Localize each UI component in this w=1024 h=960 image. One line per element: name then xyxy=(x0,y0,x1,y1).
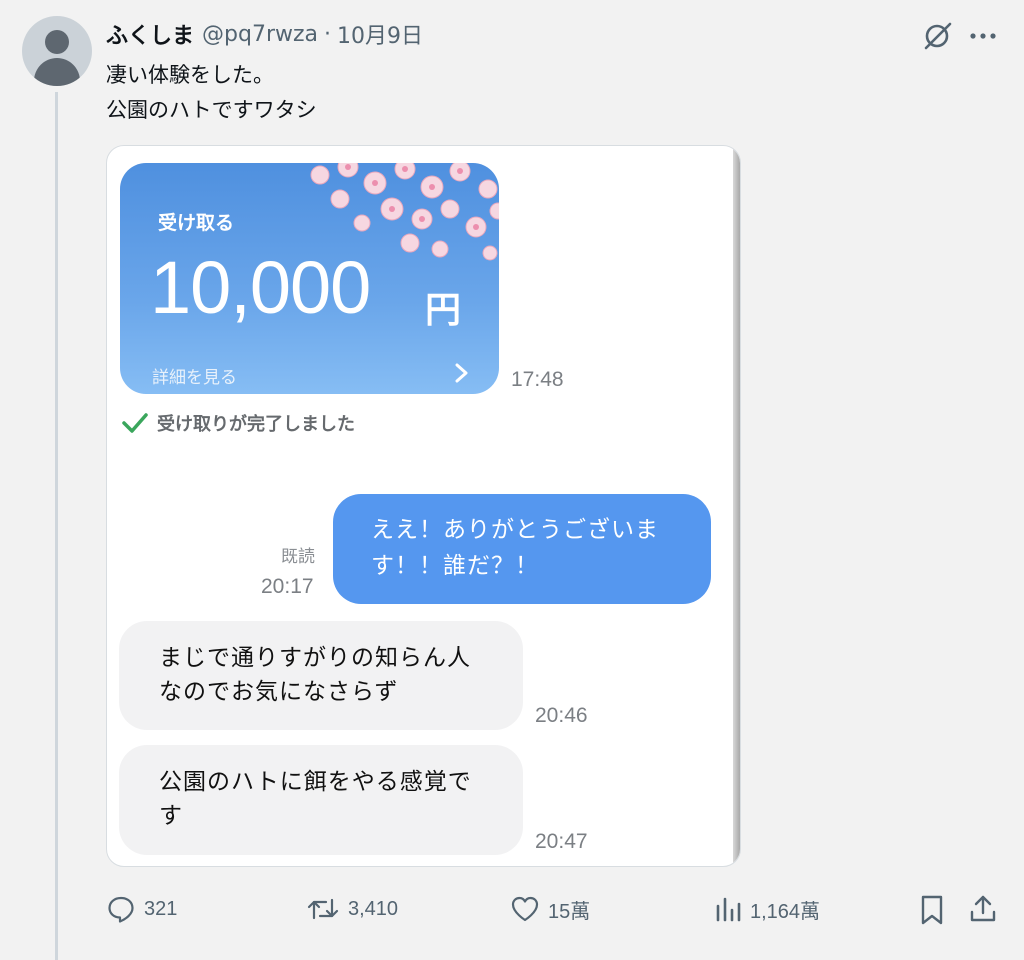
comment-icon xyxy=(108,896,134,923)
incoming-message-bubble: 公園のハトに餌をやる感覚で す xyxy=(119,745,523,855)
views-chart-icon xyxy=(716,897,741,922)
gift-receive-label: 受け取る xyxy=(158,212,235,234)
gift-time: 17:48 xyxy=(511,368,564,391)
message-line: まじで通りすがりの知らん人 xyxy=(159,645,471,671)
views-button[interactable]: 1,164萬 xyxy=(714,890,820,928)
media-edge xyxy=(733,146,740,866)
share-icon[interactable] xyxy=(968,893,998,925)
received-status: 受け取りが完了しました xyxy=(121,410,355,436)
views-count: 1,164萬 xyxy=(750,900,821,923)
tweet-date[interactable]: 10月9日 xyxy=(337,18,423,50)
incoming-message-bubble: まじで通りすがりの知らん人 なのでお気になさらず xyxy=(119,621,523,730)
heart-icon xyxy=(511,896,539,922)
repost-count: 3,410 xyxy=(348,897,399,920)
message-line: なのでお気になさらず xyxy=(159,679,399,705)
outgoing-message-bubble: ええ！ありがとうございま す！！誰だ？！ xyxy=(333,494,711,604)
tweet-header: ふくしま @pq7rwza · 10月9日 xyxy=(106,18,423,50)
like-button[interactable]: 15萬 xyxy=(510,890,590,928)
tweet-text: 凄い体験をした。 公園のハトですワタシ xyxy=(106,58,317,128)
avatar-body xyxy=(34,58,80,86)
thread-line xyxy=(55,92,58,960)
like-count: 15萬 xyxy=(548,900,591,923)
message-line: 公園のハトに餌をやる感覚で xyxy=(159,769,472,795)
separator-dot: · xyxy=(324,21,332,47)
avatar-head xyxy=(45,30,69,54)
message-line: ええ！ありがとうございま xyxy=(371,517,659,543)
tweet-text-line: 凄い体験をした。 xyxy=(106,63,274,87)
repost-button[interactable]: 3,410 xyxy=(306,890,398,928)
author-name[interactable]: ふくしま xyxy=(106,18,194,50)
gift-currency: 円 xyxy=(425,290,462,331)
tweet-text-line: 公園のハトですワタシ xyxy=(106,98,317,122)
author-handle[interactable]: @pq7rwza xyxy=(202,22,318,47)
outgoing-time: 20:17 xyxy=(261,575,314,598)
gift-card[interactable]: 受け取る 10,000 円 詳細を見る xyxy=(120,163,499,394)
bookmark-icon[interactable] xyxy=(918,894,946,926)
message-line: す！！誰だ？！ xyxy=(371,553,539,579)
check-icon xyxy=(122,413,148,433)
tweet-actions-bar: 321 3,410 15萬 1,164萬 xyxy=(0,890,1024,930)
avatar[interactable] xyxy=(22,16,92,86)
reply-button[interactable]: 321 xyxy=(106,890,177,928)
gift-amount: 10,000 xyxy=(150,246,371,329)
received-status-text: 受け取りが完了しました xyxy=(157,414,355,435)
message-line: す xyxy=(159,803,183,829)
reply-count: 321 xyxy=(144,897,178,920)
repost-icon xyxy=(307,898,339,920)
gift-details-link[interactable]: 詳細を見る xyxy=(152,363,237,388)
read-receipt: 既読 xyxy=(281,547,315,567)
grok-icon[interactable] xyxy=(922,20,954,52)
chevron-right-icon[interactable] xyxy=(454,362,470,384)
incoming-time: 20:47 xyxy=(535,830,588,853)
incoming-time: 20:46 xyxy=(535,704,588,727)
more-icon[interactable] xyxy=(966,20,1000,52)
tweet-media-image[interactable]: 受け取る 10,000 円 詳細を見る 17:48 受け取りが完了しました 既読… xyxy=(106,145,741,867)
